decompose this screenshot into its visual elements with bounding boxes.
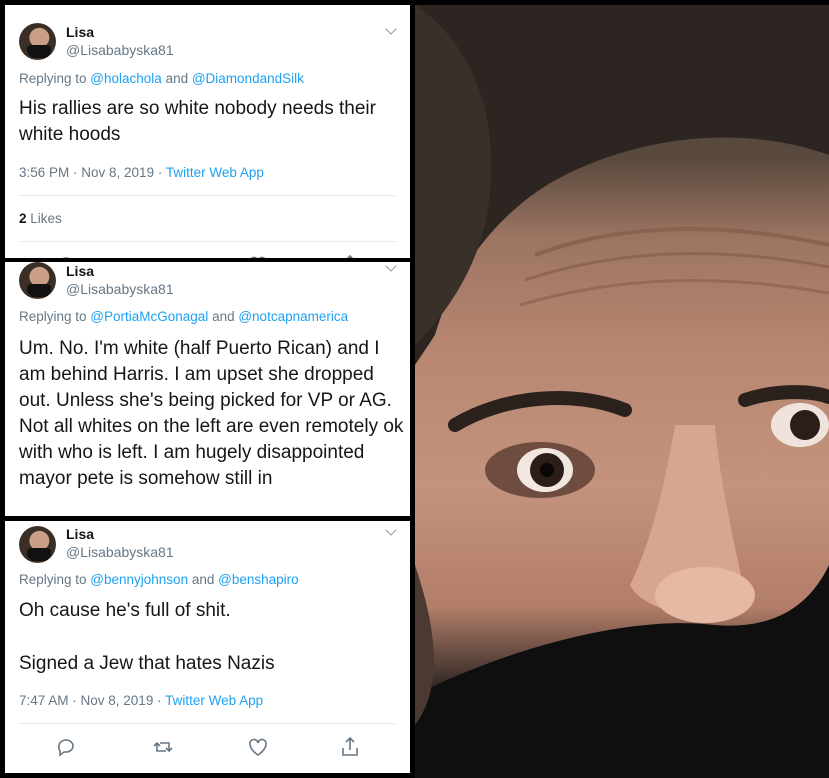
retweet-icon[interactable] [151,735,175,759]
chevron-down-icon[interactable] [385,524,397,536]
replying-to: Replying to @bennyjohnson and @benshapir… [19,572,299,587]
retweet-icon[interactable] [151,253,175,258]
divider [19,195,396,196]
likes-number: 2 [19,211,27,226]
display-name[interactable]: Lisa [66,24,94,40]
likes-count[interactable]: 2 Likes [19,211,62,226]
timestamp[interactable]: 3:56 PM · Nov 8, 2019 · [19,165,166,180]
replying-to: Replying to @holachola and @DiamondandSi… [19,71,304,86]
mention-link[interactable]: @benshapiro [218,572,299,587]
share-icon[interactable] [338,735,362,759]
user-handle[interactable]: @Lisababyska81 [66,42,174,58]
action-bar [5,735,410,759]
avatar[interactable] [19,23,56,60]
mention-link[interactable]: @notcapnamerica [238,309,348,324]
replying-prefix: Replying to [19,71,91,86]
likes-label: Likes [26,211,62,226]
display-name[interactable]: Lisa [66,263,94,279]
replying-prefix: Replying to [19,309,91,324]
divider [19,723,396,724]
mention-link[interactable]: @bennyjohnson [90,572,188,587]
source-app-link[interactable]: Twitter Web App [166,165,264,180]
like-icon[interactable] [246,735,270,759]
timestamp[interactable]: 7:47 AM · Nov 8, 2019 · [19,693,165,708]
face-illustration [415,5,829,778]
tweet-text: His rallies are so white nobody needs th… [19,98,376,145]
replying-prefix: Replying to [19,572,91,587]
face-photo [415,5,829,778]
tweet-timestamp: 7:47 AM · Nov 8, 2019 · Twitter Web App [19,693,263,708]
share-icon[interactable] [338,253,362,258]
tweet-card-2[interactable]: Lisa @Lisababyska81 Replying to @PortiaM… [5,262,410,516]
mention-link[interactable]: @holachola [90,71,162,86]
like-icon[interactable] [246,253,270,258]
chevron-down-icon[interactable] [385,262,397,272]
reply-icon[interactable] [55,253,79,258]
chevron-down-icon[interactable] [385,23,397,35]
avatar[interactable] [19,262,56,299]
display-name[interactable]: Lisa [66,526,94,542]
source-app-link[interactable]: Twitter Web App [165,693,263,708]
replying-to: Replying to @PortiaMcGonagal and @notcap… [19,309,348,324]
user-handle[interactable]: @Lisababyska81 [66,281,174,297]
tweet-card-3[interactable]: Lisa @Lisababyska81 Replying to @bennyjo… [5,521,410,773]
mention-link[interactable]: @PortiaMcGonagal [90,309,208,324]
tweet-text-line-2: Signed a Jew that hates Nazis [19,653,275,674]
reply-icon[interactable] [55,735,79,759]
tweet-text: Um. No. I'm white (half Puerto Rican) an… [19,338,404,489]
divider [19,241,396,242]
and-text: and [208,309,239,324]
tweet-text-line-1: Oh cause he's full of shit. [19,600,231,621]
tweet-card-1[interactable]: Lisa @Lisababyska81 Replying to @holacho… [5,5,410,258]
tweet-timestamp: 3:56 PM · Nov 8, 2019 · Twitter Web App [19,165,264,180]
avatar[interactable] [19,526,56,563]
user-handle[interactable]: @Lisababyska81 [66,544,174,560]
mention-link[interactable]: @DiamondandSilk [192,71,304,86]
action-bar [5,253,410,258]
and-text: and [161,71,192,86]
and-text: and [188,572,219,587]
